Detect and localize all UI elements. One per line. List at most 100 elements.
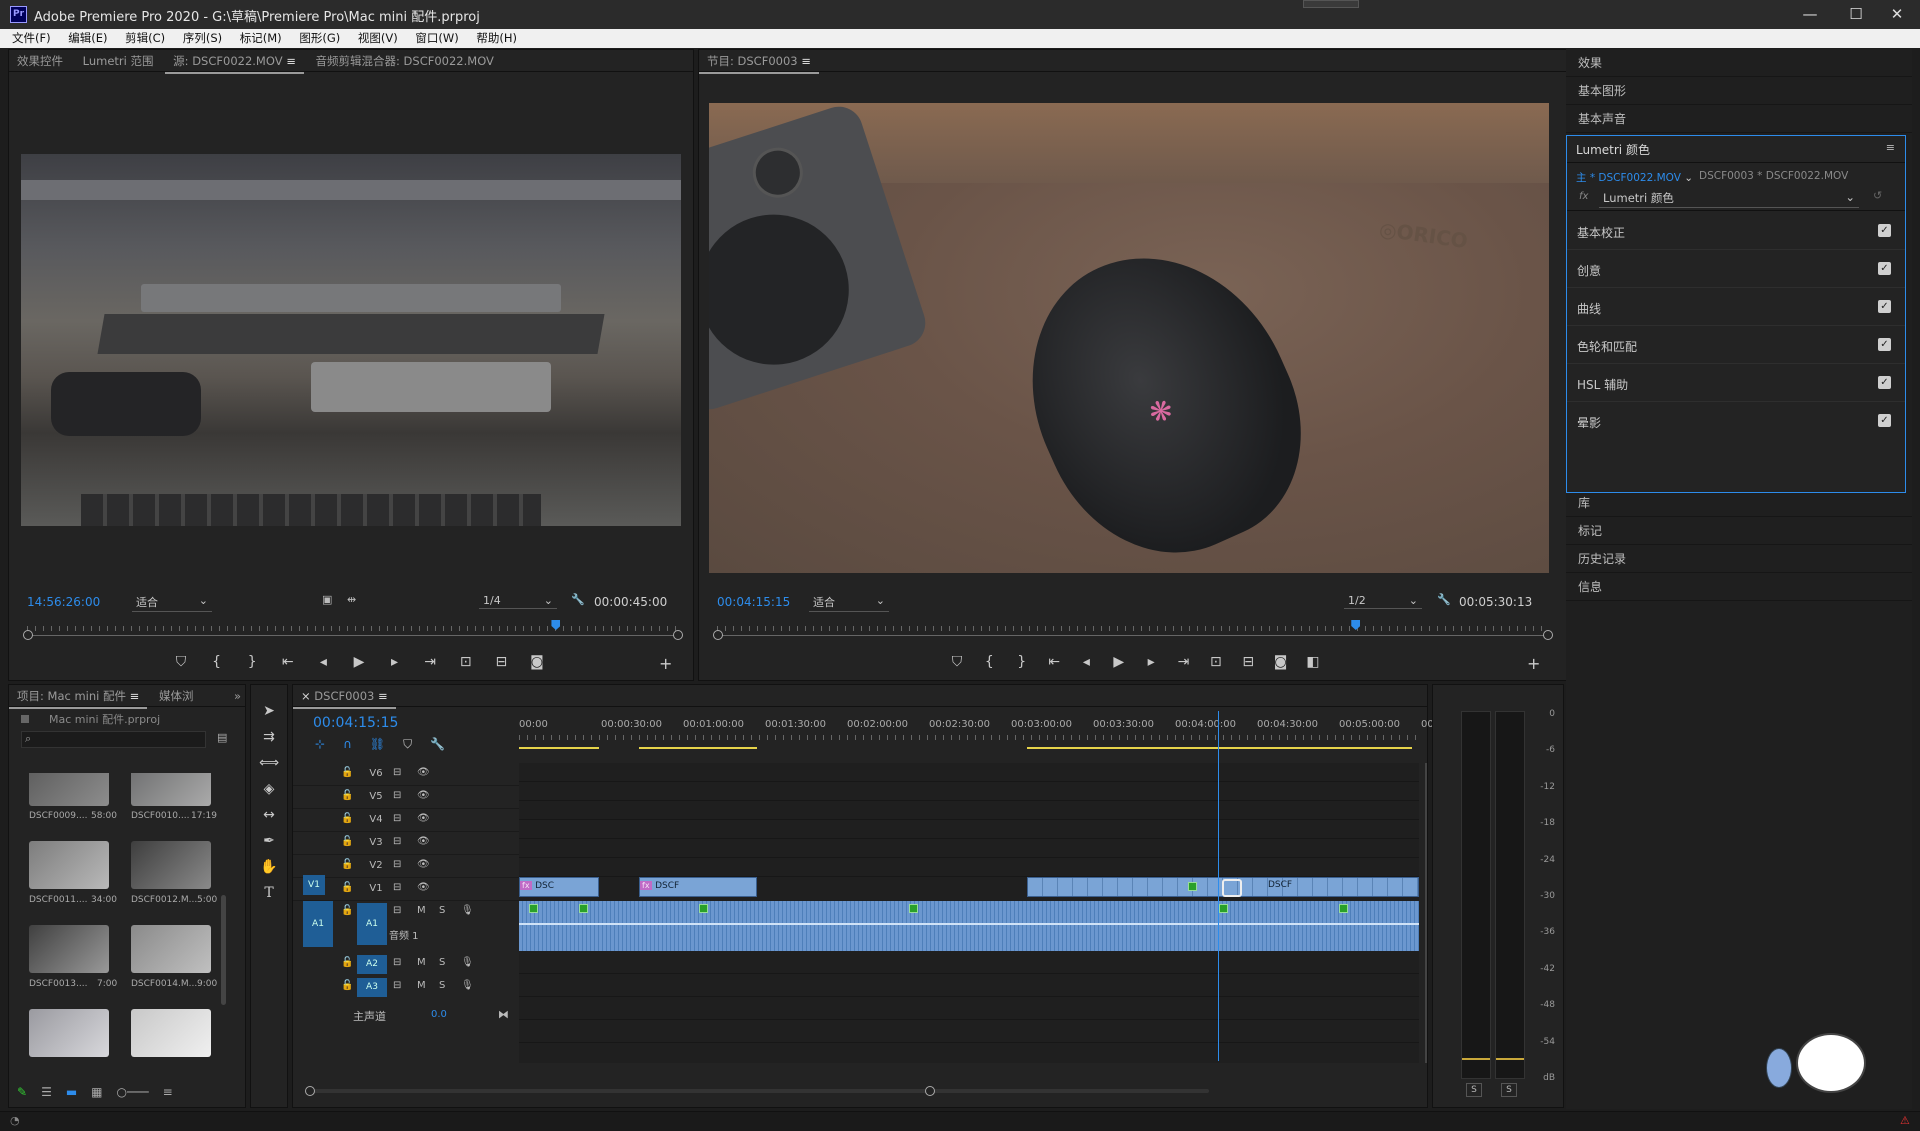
go-to-in-icon[interactable]: ⇤ (1042, 654, 1066, 670)
menu-clip[interactable]: 剪辑(C) (125, 29, 165, 48)
sync-lock-icon[interactable]: ⊟ (393, 957, 401, 968)
section-info[interactable]: 信息 (1566, 573, 1912, 601)
lock-icon[interactable]: 🔓 (341, 790, 353, 801)
thumbnail-dscf0011[interactable] (29, 841, 109, 889)
type-tool-icon[interactable]: T (259, 885, 279, 905)
lock-icon[interactable]: 🔓 (341, 980, 353, 991)
checkbox-checked-icon[interactable]: ✓ (1878, 224, 1891, 237)
drag-video-icon[interactable]: ⇹ (347, 593, 356, 606)
mute-button[interactable]: M (417, 980, 426, 991)
play-icon[interactable]: ▶ (1107, 654, 1131, 670)
sync-lock-icon[interactable]: ⊟ (393, 905, 401, 916)
step-forward-icon[interactable]: ▸ (1139, 654, 1163, 670)
minimize-button[interactable]: — (1787, 0, 1833, 29)
list-view-icon[interactable]: ☰ (41, 1085, 52, 1099)
add-marker-icon[interactable]: ⛉ (945, 654, 969, 670)
eye-icon[interactable]: 👁 (417, 859, 430, 870)
track-select-tool-icon[interactable]: ⇉ (259, 729, 279, 749)
linked-selection-icon[interactable]: ⛓ (370, 737, 385, 752)
solo-button[interactable]: S (439, 957, 445, 968)
track-label[interactable]: V4 (365, 814, 387, 825)
freeform-view-icon[interactable]: ▦ (91, 1085, 102, 1099)
project-search-input[interactable]: ⌕ (21, 731, 206, 748)
camera-icon[interactable]: ◙ (1269, 654, 1293, 670)
settings-wrench-icon[interactable]: 🔧 (1437, 593, 1451, 606)
scroll-end-handle[interactable] (925, 1086, 935, 1096)
timeline-ruler[interactable]: 00:00 00:00:30:00 00:01:00:00 00:01:30:00 00… (519, 713, 1450, 753)
section-essential-graphics[interactable]: 基本图形 (1566, 77, 1912, 105)
timeline-timecode[interactable]: 00:04:15:15 (313, 715, 398, 731)
eye-icon[interactable]: 👁 (417, 813, 430, 824)
microphone-icon[interactable]: 🎙 (461, 905, 474, 916)
tab-program[interactable]: 节目: DSCF0003 ≡ (699, 50, 819, 74)
eye-icon[interactable]: 👁 (417, 790, 430, 801)
source-patch-v1[interactable]: V1 (303, 875, 325, 895)
menu-view[interactable]: 视图(V) (358, 29, 398, 48)
track-target[interactable]: A2 (357, 955, 387, 974)
source-timecode[interactable]: 14:56:26:00 (27, 595, 100, 609)
timeline-vertical-scrollbar[interactable] (1425, 763, 1427, 1063)
lumetri-creative[interactable]: 创意 ✓ (1567, 250, 1905, 288)
thumbnail-dscf0015[interactable] (29, 1009, 109, 1057)
overwrite-icon[interactable]: ⊟ (489, 654, 513, 670)
master-clip-selector[interactable]: 主 * DSCF0022.MOV ⌄ (1576, 170, 1693, 185)
pen-tool-icon[interactable]: ✒ (259, 833, 279, 853)
program-quality-select[interactable]: 1/2 ⌄ (1344, 593, 1422, 609)
go-to-out-icon[interactable]: ⇥ (418, 654, 442, 670)
step-back-icon[interactable]: ◂ (311, 654, 335, 670)
lock-icon[interactable]: 🔓 (341, 859, 353, 870)
insert-icon[interactable]: ⊡ (454, 654, 478, 670)
lock-icon[interactable]: 🔓 (341, 767, 353, 778)
mark-in-icon[interactable]: { (205, 654, 229, 670)
section-libraries[interactable]: 库 (1566, 489, 1912, 517)
close-button[interactable]: ✕ (1874, 0, 1920, 29)
tab-audio-clip-mixer[interactable]: 音频剪辑混合器: DSCF0022.MOV (308, 50, 502, 72)
section-effects[interactable]: 效果 (1566, 49, 1912, 77)
zoom-slider[interactable]: ○─── (117, 1085, 149, 1099)
lumetri-hsl-secondary[interactable]: HSL 辅助 ✓ (1567, 364, 1905, 402)
slip-tool-icon[interactable]: ↔ (259, 807, 279, 827)
menu-graphics[interactable]: 图形(G) (299, 29, 340, 48)
tab-media-browser[interactable]: 媒体浏 (151, 685, 202, 707)
track-label[interactable]: V6 (365, 768, 387, 779)
sync-lock-icon[interactable]: ⊟ (393, 813, 401, 824)
menu-sequence[interactable]: 序列(S) (183, 29, 222, 48)
camera-icon[interactable]: ◙ (525, 654, 549, 670)
section-essential-sound[interactable]: 基本声音 (1566, 105, 1912, 133)
solo-button[interactable]: S (439, 905, 445, 916)
menu-markers[interactable]: 标记(M) (240, 29, 282, 48)
menu-window[interactable]: 窗口(W) (415, 29, 458, 48)
sync-lock-icon[interactable]: ⊟ (393, 882, 401, 893)
track-label[interactable]: V1 (365, 883, 387, 894)
thumbnail-dscf0010[interactable] (131, 773, 211, 806)
tab-project[interactable]: 项目: Mac mini 配件 ≡ (9, 685, 148, 709)
a1-audio-clip[interactable] (519, 901, 1419, 951)
hand-tool-icon[interactable]: ✋ (259, 859, 279, 879)
program-zoom-start-handle[interactable] (713, 630, 723, 640)
track-label[interactable]: V3 (365, 837, 387, 848)
timeline-playhead-line[interactable] (1218, 711, 1220, 1061)
source-zoom-start-handle[interactable] (23, 630, 33, 640)
solo-right-button[interactable]: S (1501, 1083, 1517, 1097)
new-bin-icon[interactable]: ▤ (217, 731, 227, 744)
menu-edit[interactable]: 编辑(E) (68, 29, 107, 48)
track-area[interactable]: fx DSC fx DSCF DSCF (519, 711, 1419, 1063)
solo-button[interactable]: S (439, 980, 445, 991)
drag-handle[interactable] (1303, 0, 1359, 8)
razor-tool-icon[interactable]: ◈ (259, 781, 279, 801)
thumbnail-dscf0013[interactable] (29, 925, 109, 973)
track-target[interactable]: A3 (357, 978, 387, 997)
panel-menu-icon[interactable]: ≡ (1886, 141, 1895, 154)
mute-button[interactable]: M (417, 905, 426, 916)
warning-icon[interactable]: ⚠ (1900, 1114, 1910, 1127)
scroll-start-handle[interactable] (305, 1086, 315, 1096)
program-zoom-end-handle[interactable] (1543, 630, 1553, 640)
sequence-clip-label[interactable]: DSCF0003 * DSCF0022.MOV (1699, 170, 1848, 182)
go-to-end-icon[interactable]: ⧓ (498, 1008, 509, 1021)
more-tabs-icon[interactable]: » (234, 685, 241, 707)
mark-out-icon[interactable]: } (240, 654, 264, 670)
lock-icon[interactable]: 🔓 (341, 905, 353, 916)
step-back-icon[interactable]: ◂ (1074, 654, 1098, 670)
tab-sequence[interactable]: × DSCF0003 ≡ (293, 685, 396, 709)
microphone-icon[interactable]: 🎙 (461, 980, 474, 991)
